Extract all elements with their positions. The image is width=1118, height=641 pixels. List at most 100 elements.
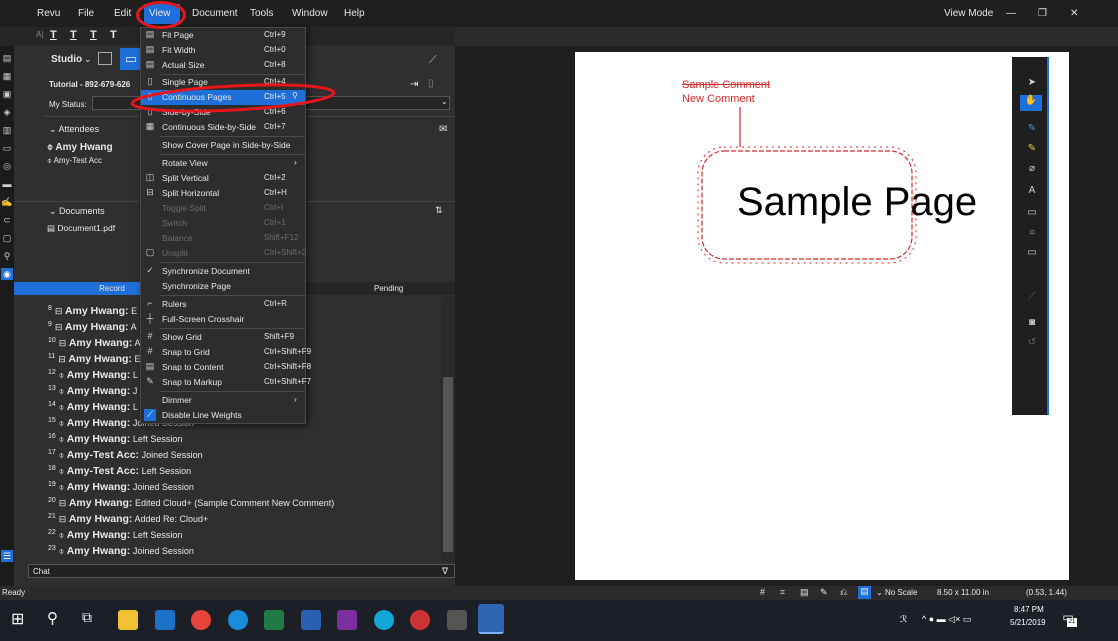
- menu-window[interactable]: Window: [292, 8, 328, 19]
- menu-item-snap-to-markup[interactable]: ✎ Snap to Markup Ctrl+Shift+F7: [141, 375, 311, 390]
- text-style-icon[interactable]: A|: [36, 30, 43, 39]
- text-icon[interactable]: T: [110, 29, 117, 41]
- chrome-icon[interactable]: [191, 610, 211, 630]
- filter-icon[interactable]: ∇: [442, 566, 448, 577]
- studio-icon[interactable]: ◉: [1, 268, 13, 280]
- pan-icon[interactable]: ✋: [1020, 95, 1042, 111]
- studio-label[interactable]: Studio: [51, 54, 82, 65]
- callout-icon[interactable]: ▭: [1021, 207, 1043, 223]
- menu-item-full-screen-crosshair[interactable]: ┼ Full-Screen Crosshair: [141, 312, 305, 327]
- markups-list-icon[interactable]: ☰: [1, 550, 13, 562]
- text-tool-icon[interactable]: A: [1021, 185, 1043, 201]
- attendee-item[interactable]: ⌽ Amy-Test Acc: [47, 156, 102, 166]
- clock-date[interactable]: 5/21/2019: [1010, 618, 1046, 627]
- links-icon[interactable]: ⊂: [1, 214, 13, 226]
- snap-content-icon[interactable]: ▤: [800, 587, 809, 598]
- menu-tools[interactable]: Tools: [250, 8, 273, 19]
- close-icon[interactable]: ✕: [1070, 8, 1078, 19]
- text-box-icon[interactable]: T: [50, 29, 57, 41]
- skype-icon[interactable]: [374, 610, 394, 630]
- paint-icon[interactable]: [410, 610, 430, 630]
- revu-icon[interactable]: [478, 604, 504, 634]
- highlighter-icon[interactable]: ✎: [1021, 143, 1043, 159]
- file-access-icon[interactable]: ▣: [1, 88, 13, 100]
- view-mode-label[interactable]: View Mode: [944, 8, 993, 19]
- studio-home-icon[interactable]: [98, 52, 112, 65]
- sort-icon[interactable]: ⇅: [435, 205, 443, 216]
- invite-icon[interactable]: ✉: [439, 124, 447, 135]
- onenote-icon[interactable]: [337, 610, 357, 630]
- pdf-page[interactable]: Sample Comment New Comment Sample Page: [575, 52, 1069, 580]
- windows-start-icon[interactable]: ⊞: [11, 609, 24, 629]
- tool-chest-icon[interactable]: ▥: [1, 124, 13, 136]
- chat-input[interactable]: Chat ∇: [28, 564, 455, 578]
- menu-item-unsplit[interactable]: ▢ Unsplit Ctrl+Shift+2: [141, 246, 307, 261]
- search-icon[interactable]: ⚲: [47, 609, 58, 627]
- menu-item-synchronize-document[interactable]: ✓ Synchronize Document: [141, 264, 305, 279]
- search-icon[interactable]: ⚲: [1, 250, 13, 262]
- menu-item-show-grid[interactable]: # Show Grid Shift+F9: [141, 330, 305, 345]
- undo-icon[interactable]: ↺: [1021, 337, 1043, 353]
- menu-item-switch[interactable]: Switch Ctrl+1: [141, 216, 305, 231]
- chevron-down-icon[interactable]: ⌄: [84, 54, 92, 65]
- clock-time[interactable]: 8:47 PM: [1014, 605, 1044, 614]
- menu-document[interactable]: Document: [192, 8, 238, 19]
- snap-markup-icon[interactable]: ✎: [820, 587, 828, 598]
- people-icon[interactable]: ℛ: [900, 614, 907, 625]
- menu-item-snap-to-grid[interactable]: # Snap to Grid Ctrl+Shift+F9: [141, 345, 311, 360]
- measure-icon[interactable]: ▬: [1, 178, 13, 190]
- outlook-icon[interactable]: [155, 610, 175, 630]
- reuse-icon[interactable]: ⎌: [840, 587, 847, 598]
- comment-line-2[interactable]: New Comment: [682, 93, 755, 105]
- grid-icon[interactable]: #: [760, 587, 765, 597]
- pen-icon[interactable]: ✎: [1021, 123, 1043, 139]
- minimize-icon[interactable]: —: [1006, 8, 1016, 19]
- underline-icon[interactable]: T: [70, 29, 77, 41]
- menu-revu[interactable]: Revu: [37, 8, 60, 19]
- cloud-tool-icon[interactable]: ▭: [1021, 247, 1043, 263]
- menu-item-rulers[interactable]: ⌐ Rulers Ctrl+R: [141, 297, 305, 312]
- menu-item-dimmer[interactable]: Dimmer ›: [141, 393, 305, 408]
- tab-pending[interactable]: Pending: [374, 284, 403, 293]
- scale-dropdown[interactable]: ⌄ No Scale: [876, 588, 917, 597]
- menu-help[interactable]: Help: [344, 8, 365, 19]
- exit-session-icon[interactable]: ⇥: [410, 79, 418, 90]
- snapshot-icon[interactable]: ◙: [1021, 317, 1043, 333]
- menu-item-continuous-side-by-side[interactable]: ▦ Continuous Side-by-Side Ctrl+7: [141, 120, 305, 135]
- eraser-icon[interactable]: ⌀: [1021, 163, 1043, 179]
- settings-icon[interactable]: ◎: [1, 160, 13, 172]
- menu-item-rotate-view[interactable]: Rotate View ›: [141, 156, 305, 171]
- word-icon[interactable]: [301, 610, 321, 630]
- record-scrollbar[interactable]: [441, 297, 455, 561]
- system-tray-icons[interactable]: ^ ● ▬ ◁× ▭: [922, 614, 971, 625]
- studio-sessions-icon[interactable]: ▭: [120, 48, 142, 70]
- bookmarks-icon[interactable]: ▦: [1, 70, 13, 82]
- line-tool-icon[interactable]: ⟋: [1021, 291, 1043, 307]
- thumbnails-icon[interactable]: ▤: [1, 52, 13, 64]
- ellipse-icon[interactable]: ○: [1021, 227, 1043, 243]
- properties-icon[interactable]: ▭: [1, 142, 13, 154]
- calculator-icon[interactable]: [447, 610, 467, 630]
- attendees-header[interactable]: ⌄ Attendees: [49, 124, 99, 135]
- sync-icon[interactable]: ▤: [858, 586, 871, 599]
- layers-icon[interactable]: ◈: [1, 106, 13, 118]
- menu-item-synchronize-page[interactable]: Synchronize Page: [141, 279, 305, 294]
- snap-grid-icon[interactable]: ⌗: [780, 587, 785, 598]
- menu-item-fit-page[interactable]: ▤ Fit Page Ctrl+9: [141, 28, 305, 43]
- menu-item-actual-size[interactable]: ▤ Actual Size Ctrl+8: [141, 58, 305, 73]
- menu-file[interactable]: File: [78, 8, 94, 19]
- pin-icon[interactable]: ⟋: [429, 54, 437, 67]
- task-view-icon[interactable]: ⧉: [82, 609, 92, 626]
- menu-item-snap-to-content[interactable]: ▤ Snap to Content Ctrl+Shift+F8: [141, 360, 311, 375]
- signatures-icon[interactable]: ✍: [1, 196, 13, 208]
- document-item[interactable]: ▤ Document1.pdf: [47, 223, 115, 234]
- menu-item-show-cover-page[interactable]: Show Cover Page in Side-by-Side: [141, 138, 305, 153]
- attendee-item[interactable]: ⌽ Amy Hwang: [47, 142, 113, 153]
- restore-icon[interactable]: ❐: [1038, 8, 1047, 19]
- menu-item-split-vertical[interactable]: ◫ Split Vertical Ctrl+2: [141, 171, 305, 186]
- menu-edit[interactable]: Edit: [114, 8, 131, 19]
- strikethrough-icon[interactable]: T: [90, 29, 97, 41]
- select-icon[interactable]: ➤: [1021, 77, 1043, 93]
- comment-line-1[interactable]: Sample Comment: [682, 79, 770, 91]
- session-report-icon[interactable]: ▯: [428, 78, 434, 89]
